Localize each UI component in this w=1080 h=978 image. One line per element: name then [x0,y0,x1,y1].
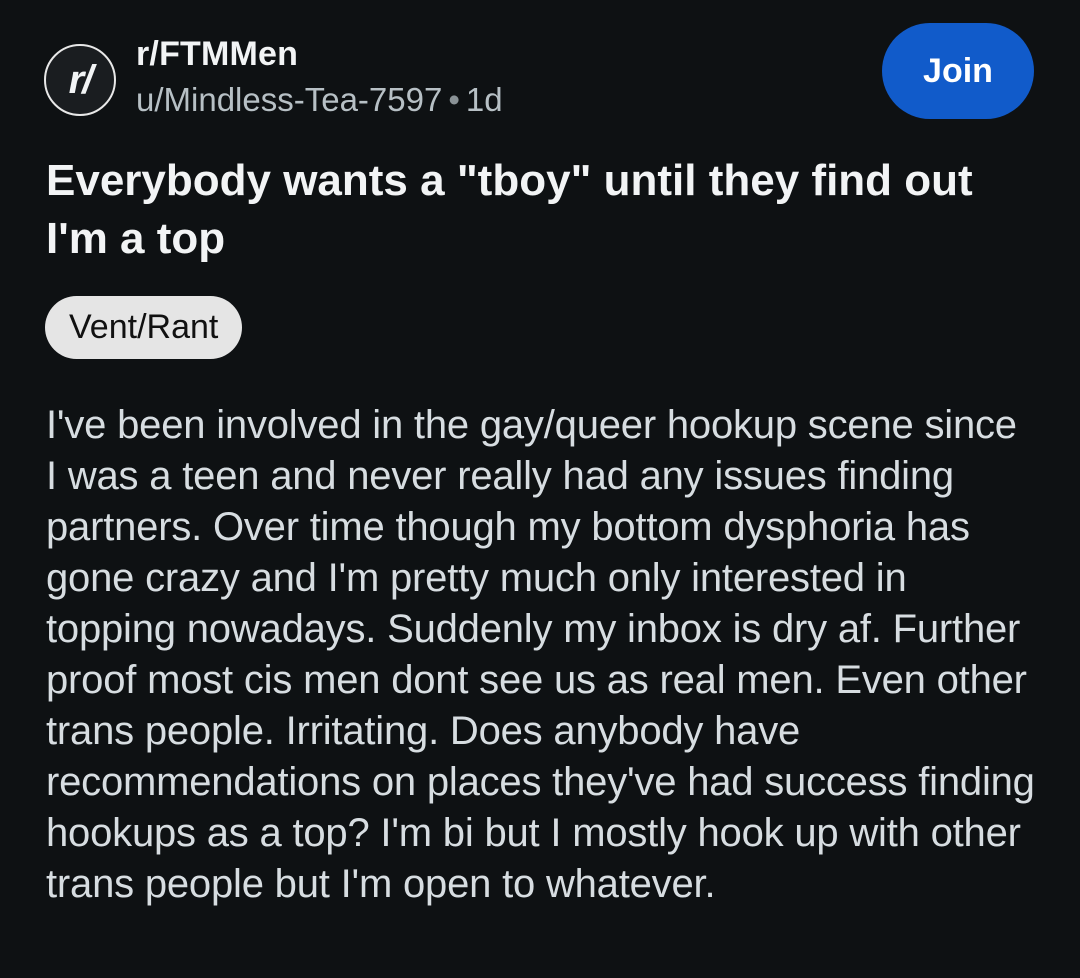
subreddit-avatar-icon[interactable]: r/ [44,44,116,116]
post-age: 1d [465,81,503,118]
post-meta: r/FTMMen u/Mindless-Tea-7597 • 1d [136,34,503,122]
post-flair[interactable]: Vent/Rant [45,296,243,359]
author-name[interactable]: u/Mindless-Tea-7597 [136,81,442,118]
join-button[interactable]: Join [882,23,1034,119]
byline: u/Mindless-Tea-7597 • 1d [136,78,503,122]
byline-separator: • [448,81,460,118]
subreddit-avatar-glyph: r/ [68,58,94,102]
post-body: I've been involved in the gay/queer hook… [46,403,1035,906]
subreddit-name[interactable]: r/FTMMen [136,34,503,74]
post-header: r/ r/FTMMen u/Mindless-Tea-7597 • 1d Join [44,23,1044,124]
post-title[interactable]: Everybody wants a "tboy" until they find… [46,152,1026,268]
